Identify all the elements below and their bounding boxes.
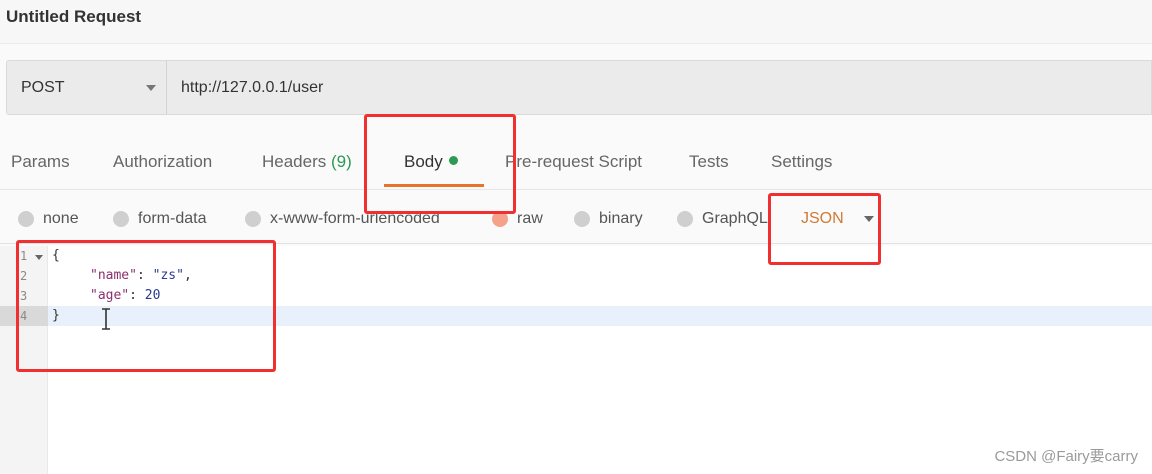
radio-x-www-form-urlencoded[interactable]: x-www-form-urlencoded [245,210,440,228]
radio-bullet [113,211,129,227]
active-line-highlight [0,306,1152,326]
radio-bullet [574,211,590,227]
json-key: "age" [90,288,130,303]
radio-binary[interactable]: binary [574,210,643,228]
code-editor[interactable]: 1 2 3 4 { "name": "zs", "age": 20 } [0,246,1152,474]
request-title[interactable]: Untitled Request [6,7,141,27]
fold-arrow-icon[interactable] [35,255,43,260]
tab-body[interactable]: Body [404,152,458,172]
radio-label: x-www-form-urlencoded [270,210,440,227]
tab-body-label: Body [404,152,443,171]
json-separator: : [129,288,145,303]
code-line-3: "age": 20 [90,288,160,303]
watermark: CSDN @Fairy要carry [994,448,1138,465]
active-tab-underline [384,184,484,187]
tab-settings[interactable]: Settings [771,152,832,172]
request-bar: POST http://127.0.0.1/user [6,60,1152,115]
code-line-1: { [52,248,60,263]
radio-label: binary [599,210,643,227]
line-number: 4 [20,309,28,323]
tab-pre-request-script[interactable]: Pre-request Script [505,152,642,172]
radio-label: form-data [138,210,207,227]
radio-bullet [18,211,34,227]
json-value: "zs" [152,268,184,283]
json-separator: : [136,268,153,283]
tab-headers[interactable]: Headers (9) [262,152,352,172]
method-label: POST [21,78,65,96]
language-select[interactable]: JSON [801,210,874,228]
request-tabs: Params Authorization Headers (9) Body Pr… [0,140,1152,190]
line-number: 1 [20,249,28,263]
radio-none[interactable]: none [18,210,79,228]
radio-graphql[interactable]: GraphQL [677,210,768,228]
chevron-down-icon [863,216,874,222]
body-type-selector: none form-data x-www-form-urlencoded raw… [0,198,1152,244]
radio-label: raw [517,210,543,227]
radio-bullet [245,211,261,227]
body-indicator-dot [448,156,458,165]
tab-headers-label: Headers [262,152,327,171]
chevron-down-icon [146,85,156,91]
headers-count-badge: (9) [331,152,352,171]
json-comma: , [183,268,192,283]
line-number: 3 [20,289,28,303]
radio-raw[interactable]: raw [492,210,543,228]
json-key: "name" [90,268,137,283]
brace-close: } [52,308,60,323]
radio-label: GraphQL [702,210,768,227]
radio-bullet [677,211,693,227]
tab-tests[interactable]: Tests [689,152,729,172]
radio-form-data[interactable]: form-data [113,210,206,228]
json-value: 20 [144,288,161,303]
url-input[interactable]: http://127.0.0.1/user [166,60,1152,115]
text-cursor-icon [102,308,110,330]
code-line-2: "name": "zs", [90,268,192,283]
radio-label: none [43,210,79,227]
radio-bullet [492,211,508,227]
line-number: 2 [20,269,28,283]
title-bar: Untitled Request [0,0,1152,44]
language-label: JSON [801,210,844,227]
brace-open: { [52,248,60,263]
tab-authorization[interactable]: Authorization [113,152,212,172]
tab-params[interactable]: Params [11,152,70,172]
code-line-4: } [52,308,60,323]
method-select[interactable]: POST [6,60,166,115]
